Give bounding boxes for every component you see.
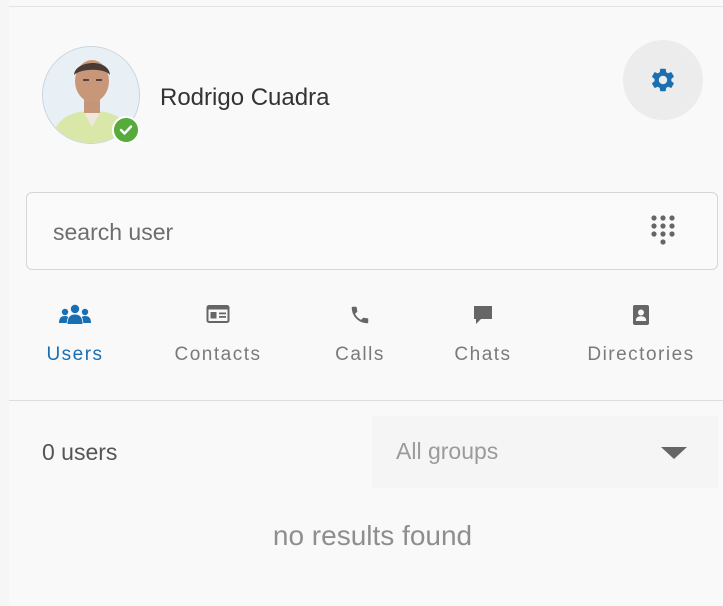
tab-users[interactable]: Users	[32, 300, 118, 372]
tab-users-label: Users	[46, 344, 104, 365]
chat-bubble-icon	[472, 304, 494, 331]
tab-directories-label: Directories	[587, 344, 695, 365]
top-divider	[9, 6, 723, 7]
tab-chats-label: Chats	[454, 344, 512, 365]
dialpad-button[interactable]	[649, 213, 677, 253]
search-input[interactable]	[51, 213, 615, 251]
tab-contacts-label: Contacts	[174, 344, 262, 365]
phone-icon	[349, 304, 371, 331]
tab-calls[interactable]: Calls	[322, 300, 398, 372]
group-filter-select[interactable]: All groups	[372, 416, 718, 488]
tab-contacts[interactable]: Contacts	[162, 300, 274, 372]
user-name: Rodrigo Cuadra	[160, 84, 330, 111]
tab-calls-label: Calls	[335, 344, 385, 365]
user-count: 0 users	[42, 439, 118, 465]
address-book-icon	[632, 304, 650, 331]
caret-down-icon	[660, 446, 688, 465]
tabs-divider	[9, 400, 723, 401]
empty-results-message: no results found	[272, 520, 473, 551]
gear-icon	[652, 68, 674, 92]
tab-chats[interactable]: Chats	[444, 300, 522, 372]
search-box	[26, 192, 718, 270]
users-icon	[59, 304, 91, 331]
group-filter-value: All groups	[396, 438, 499, 464]
check-icon	[119, 125, 133, 135]
settings-button[interactable]	[623, 40, 703, 120]
tab-directories[interactable]: Directories	[570, 300, 712, 372]
online-status-badge	[112, 116, 140, 144]
dialpad-icon	[651, 215, 675, 245]
contact-card-icon	[206, 304, 230, 329]
